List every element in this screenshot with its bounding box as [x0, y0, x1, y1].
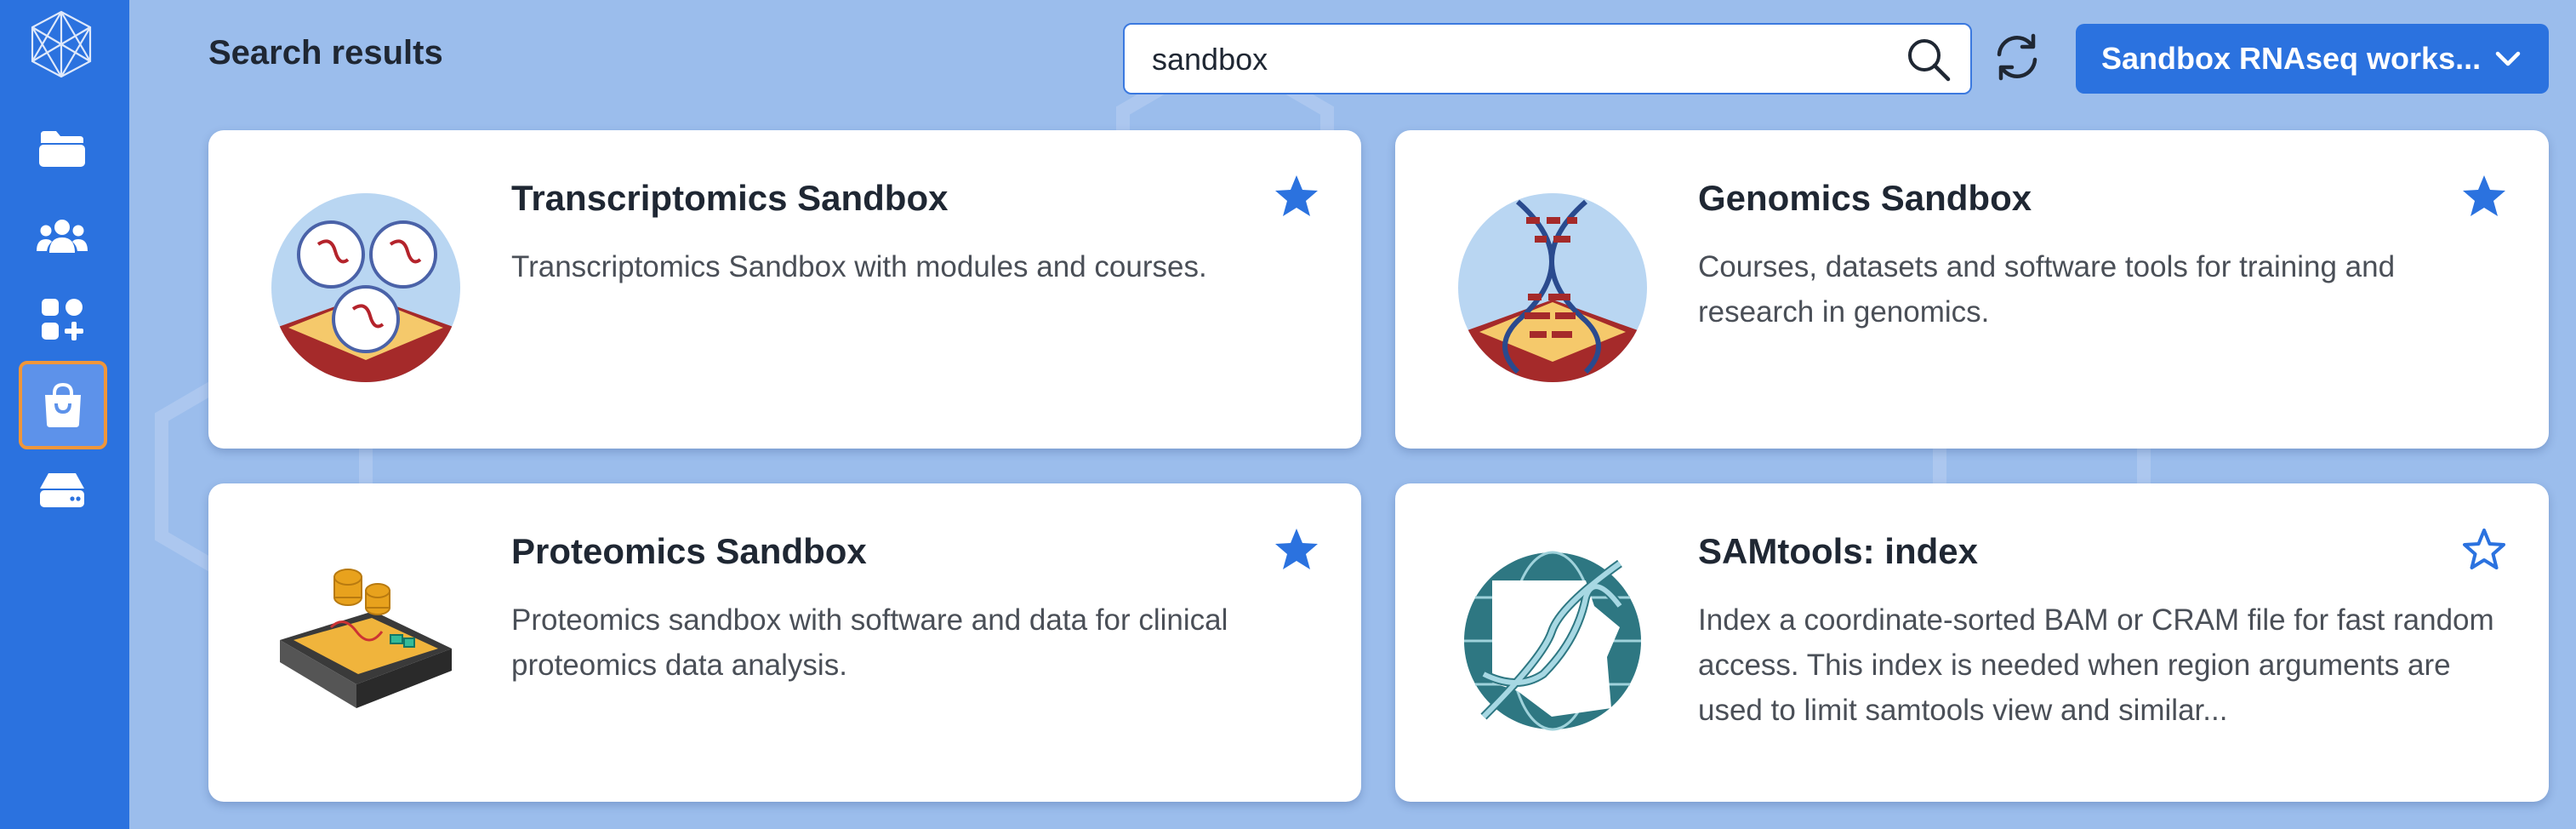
card-title[interactable]: Transcriptomics Sandbox — [511, 178, 948, 219]
transcriptomics-logo — [271, 193, 460, 382]
refresh-icon[interactable] — [1991, 31, 2043, 83]
proteomics-logo — [280, 569, 452, 708]
star-filled-icon[interactable] — [1273, 173, 1320, 220]
star-filled-icon[interactable] — [1273, 526, 1320, 574]
card-description: Index a coordinate-sorted BAM or CRAM fi… — [1698, 603, 2494, 727]
search-icon[interactable] — [1906, 37, 1952, 83]
chevron-down-icon — [2495, 51, 2521, 66]
search-input[interactable] — [1150, 25, 1902, 94]
samtools-logo — [1464, 551, 1641, 731]
sidebar-item-storage[interactable] — [20, 448, 104, 531]
users-icon — [37, 220, 88, 253]
drive-icon — [40, 473, 84, 507]
card-description: Proteomics sandbox with software and dat… — [511, 603, 1228, 682]
star-outline-icon[interactable] — [2460, 526, 2508, 574]
page-title: Search results — [208, 34, 443, 71]
result-card[interactable]: Proteomics Sandbox Proteomics sandbox wi… — [208, 483, 1361, 802]
workspace-label: Sandbox RNAseq works... — [2101, 41, 2482, 76]
workspace-selector[interactable]: Sandbox RNAseq works... — [2076, 24, 2549, 94]
card-title[interactable]: SAMtools: index — [1698, 531, 1978, 572]
result-card[interactable]: Transcriptomics Sandbox Transcriptomics … — [208, 130, 1361, 449]
star-filled-icon[interactable] — [2460, 173, 2508, 220]
genomics-logo — [1458, 193, 1647, 382]
result-card[interactable]: Genomics Sandbox Courses, datasets and s… — [1395, 130, 2549, 449]
result-card[interactable]: SAMtools: index Index a coordinate-sorte… — [1395, 483, 2549, 802]
sidebar-item-store[interactable] — [19, 361, 107, 449]
apps-add-icon — [42, 299, 83, 340]
shopping-bag-icon — [45, 382, 81, 427]
card-title[interactable]: Genomics Sandbox — [1698, 178, 2032, 219]
card-description: Courses, datasets and software tools for… — [1698, 250, 2396, 329]
card-title[interactable]: Proteomics Sandbox — [511, 531, 867, 572]
folder-icon — [39, 131, 85, 167]
card-description: Transcriptomics Sandbox with modules and… — [511, 250, 1207, 283]
sidebar-item-files[interactable] — [20, 107, 104, 191]
sidebar — [0, 0, 129, 829]
app-logo[interactable] — [26, 9, 97, 80]
sidebar-item-apps[interactable] — [20, 277, 104, 361]
search-box[interactable] — [1123, 23, 1972, 94]
sidebar-item-users[interactable] — [20, 194, 104, 277]
